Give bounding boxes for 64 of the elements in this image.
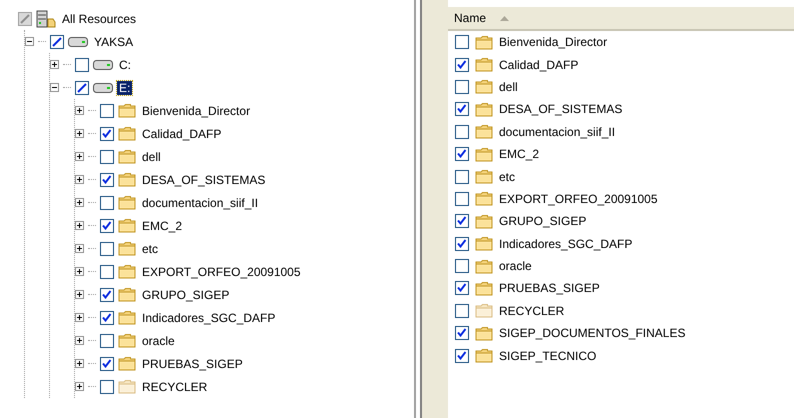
file-name[interactable]: EXPORT_ORFEO_20091005 <box>499 192 658 206</box>
file-name[interactable]: RECYCLER <box>499 304 564 318</box>
folder-icon <box>475 79 493 94</box>
folder-icon <box>475 214 493 229</box>
file-name[interactable]: EMC_2 <box>499 147 540 162</box>
drive-icon <box>93 58 113 70</box>
checkbox[interactable] <box>455 259 469 274</box>
splitter[interactable] <box>412 0 448 418</box>
folder-icon <box>118 287 136 302</box>
checkbox[interactable] <box>455 192 469 206</box>
checkbox[interactable] <box>455 35 469 50</box>
file-name[interactable]: PRUEBAS_SIGEP <box>499 281 600 296</box>
checkbox[interactable] <box>455 80 469 94</box>
drive-icon <box>68 36 88 48</box>
checkbox[interactable] <box>455 170 469 184</box>
folder-icon <box>475 146 493 162</box>
folder-icon <box>118 195 136 210</box>
folder-icon <box>475 258 493 274</box>
folder-icon <box>118 379 136 394</box>
file-name[interactable]: dell <box>499 80 518 94</box>
folder-icon <box>118 149 136 164</box>
folder-icon <box>118 172 136 187</box>
checkbox[interactable] <box>455 236 469 251</box>
checkbox[interactable] <box>455 281 469 296</box>
file-name[interactable]: SIGEP_TECNICO <box>499 348 596 363</box>
folder-icon <box>475 191 493 206</box>
folder-icon <box>475 57 493 72</box>
folder-icon <box>475 303 493 318</box>
column-header[interactable]: Name <box>448 7 794 31</box>
file-name[interactable]: etc <box>499 170 516 184</box>
file-name[interactable]: documentacion_siif_II <box>499 124 616 139</box>
folder-icon <box>475 169 493 184</box>
folder-icon <box>475 280 493 296</box>
folder-icon <box>475 348 493 364</box>
folder-icon <box>118 126 136 141</box>
checkbox[interactable] <box>455 214 469 228</box>
checkbox[interactable] <box>455 147 469 162</box>
checkbox[interactable] <box>455 304 469 318</box>
folder-icon <box>118 264 136 279</box>
checkbox[interactable] <box>455 326 469 340</box>
file-name[interactable]: Bienvenida_Director <box>499 35 608 50</box>
folder-icon <box>118 310 136 325</box>
folder-icon <box>475 236 493 252</box>
folder-icon <box>475 34 493 50</box>
file-name[interactable]: Indicadores_SGC_DAFP <box>499 236 632 251</box>
folder-icon <box>475 102 493 117</box>
folder-icon <box>118 333 136 348</box>
folder-icon <box>118 103 136 118</box>
folder-icon <box>475 326 493 341</box>
file-name[interactable]: GRUPO_SIGEP <box>499 214 586 228</box>
server-icon <box>36 10 56 28</box>
folder-icon <box>118 218 136 233</box>
file-name[interactable]: SIGEP_DOCUMENTOS_FINALES <box>499 326 686 340</box>
folder-icon <box>118 356 136 371</box>
checkbox[interactable] <box>455 348 469 363</box>
folder-icon <box>475 124 493 140</box>
file-name[interactable]: DESA_OF_SISTEMAS <box>499 102 622 116</box>
file-name[interactable]: oracle <box>499 259 532 274</box>
checkbox[interactable] <box>455 124 469 139</box>
file-name[interactable]: Calidad_DAFP <box>499 58 578 72</box>
folder-icon <box>118 241 136 256</box>
checkbox[interactable] <box>455 102 469 116</box>
drive-icon <box>93 82 113 94</box>
checkbox[interactable] <box>455 58 469 72</box>
